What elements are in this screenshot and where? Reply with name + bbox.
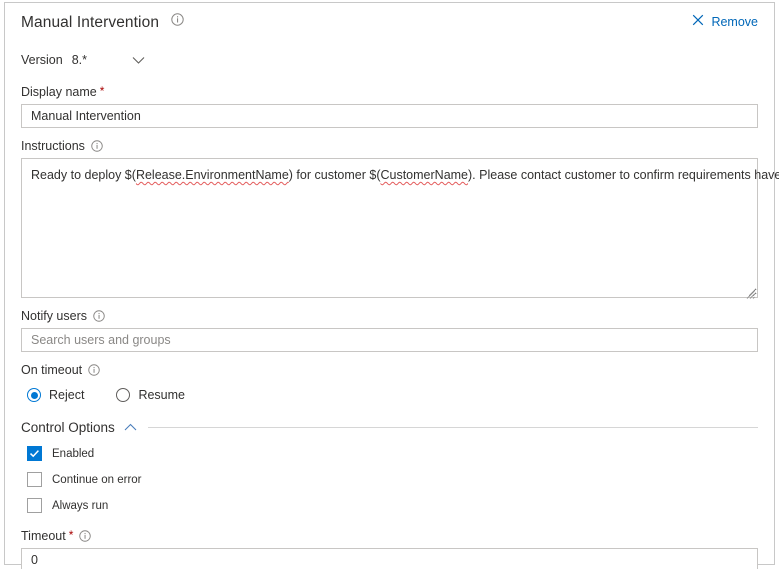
checkbox-indicator [27, 498, 42, 513]
info-icon[interactable] [88, 364, 100, 376]
checkbox-label-always-run: Always run [52, 499, 109, 512]
timeout-label-text: Timeout [21, 529, 66, 543]
panel-header: Manual Intervention Remove [21, 3, 758, 42]
checkbox-indicator-checked [27, 446, 42, 461]
required-asterisk: * [68, 528, 74, 542]
radio-option-reject[interactable]: Reject [27, 388, 84, 402]
radio-label-resume: Resume [138, 388, 185, 402]
control-options-header[interactable]: Control Options [21, 420, 758, 435]
radio-indicator [116, 388, 131, 402]
info-icon[interactable] [170, 13, 184, 31]
version-value: 8.* [71, 53, 87, 67]
display-name-label-text: Display name [21, 85, 97, 99]
notify-users-input[interactable] [21, 328, 758, 352]
version-label: Version [21, 53, 63, 67]
checkbox-label-continue-on-error: Continue on error [52, 473, 142, 486]
on-timeout-label: On timeout [21, 363, 758, 377]
notify-users-label-text: Notify users [21, 309, 87, 323]
close-x-icon [692, 14, 704, 29]
info-icon[interactable] [79, 530, 92, 542]
remove-task-button[interactable]: Remove [692, 14, 758, 29]
display-name-input[interactable] [21, 104, 758, 128]
checkbox-label-enabled: Enabled [52, 447, 95, 460]
checkbox-row-continue-on-error[interactable]: Continue on error [21, 472, 758, 487]
instructions-textarea-wrapper: Ready to deploy $(Release.EnvironmentNam… [21, 158, 779, 299]
timeout-input[interactable] [21, 548, 758, 569]
radio-option-resume[interactable]: Resume [116, 388, 185, 402]
task-editor-screen: Manual Intervention Remove Version 8.* D… [0, 0, 779, 569]
instructions-label: Instructions [21, 139, 758, 153]
info-icon[interactable] [93, 310, 105, 322]
chevron-down-icon[interactable] [132, 56, 145, 65]
on-timeout-radio-group: Reject Resume [21, 386, 758, 404]
on-timeout-label-text: On timeout [21, 363, 83, 377]
section-divider [147, 427, 758, 428]
chevron-up-icon[interactable] [124, 423, 137, 432]
manual-intervention-task-panel: Manual Intervention Remove Version 8.* D… [4, 2, 779, 569]
control-options-title: Control Options [21, 420, 115, 435]
checkbox-indicator [27, 472, 42, 487]
info-icon[interactable] [91, 140, 103, 152]
version-row: Version 8.* [21, 51, 758, 69]
remove-task-label: Remove [711, 14, 758, 29]
notify-users-label: Notify users [21, 309, 758, 323]
checkbox-row-always-run[interactable]: Always run [21, 498, 758, 513]
instructions-textarea[interactable] [21, 158, 758, 298]
radio-label-reject: Reject [49, 388, 85, 402]
radio-indicator-selected [27, 388, 41, 402]
display-name-label: Display name * [21, 85, 758, 99]
page-title: Manual Intervention [21, 14, 160, 31]
required-asterisk: * [99, 84, 105, 98]
timeout-label: Timeout * [21, 529, 758, 543]
checkbox-row-enabled[interactable]: Enabled [21, 446, 758, 461]
instructions-label-text: Instructions [21, 139, 85, 153]
